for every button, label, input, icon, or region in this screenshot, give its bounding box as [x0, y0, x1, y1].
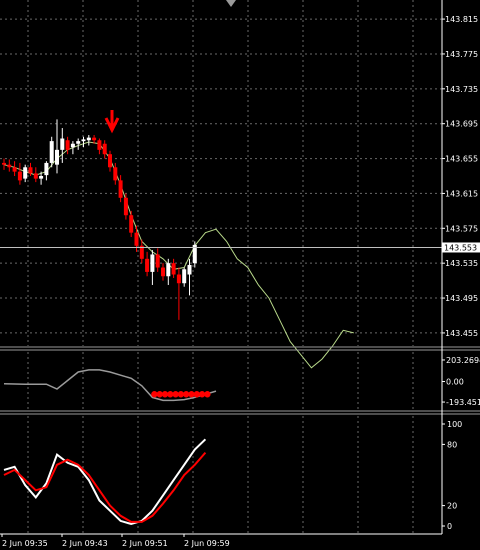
candle-bull — [150, 254, 155, 272]
candle-bear — [97, 140, 102, 150]
candle-bull — [44, 162, 49, 176]
candle-bull — [76, 141, 81, 144]
candle-bear — [176, 274, 181, 284]
time-label: 2 Jun 09:51 — [122, 539, 168, 548]
price-label: 143.615 — [445, 189, 478, 198]
stochastic-scale-label: 0 — [447, 522, 452, 531]
candle-bull — [70, 143, 75, 148]
price-label: 143.535 — [445, 259, 478, 268]
candle-bull — [81, 139, 86, 142]
candle-bull — [86, 137, 91, 141]
candle-bear — [134, 232, 139, 246]
cci-scale-label: -193.4514 — [446, 398, 480, 407]
time-label: 2 Jun 09:59 — [184, 539, 230, 548]
candle-bear — [65, 140, 70, 150]
stochastic-scale-label: 20 — [447, 502, 457, 511]
candle-bear — [161, 267, 165, 277]
price-label: 143.455 — [445, 329, 478, 338]
price-label: 143.655 — [445, 155, 478, 164]
cci-signal-dot — [204, 391, 211, 398]
candle-bear — [102, 143, 107, 155]
cci-scale-label: 203.2694 — [446, 356, 480, 365]
time-label: 2 Jun 09:43 — [62, 539, 108, 548]
candle-bull — [166, 263, 171, 277]
price-label: 143.575 — [445, 224, 478, 233]
candle-bear — [12, 167, 17, 172]
price-label: 143.735 — [445, 85, 478, 94]
candle-bear — [7, 164, 12, 168]
candle-bear — [123, 197, 128, 216]
candle-bull — [182, 269, 187, 284]
candle-bear — [28, 167, 33, 174]
trading-chart[interactable]: 143.815 143.775 143.735 143.695 143.655 143.6… — [0, 0, 480, 550]
candle-bear — [92, 137, 97, 141]
candle-bear — [118, 180, 123, 198]
cci-scale-label: 0.00 — [446, 378, 464, 387]
candle-bull — [23, 167, 28, 179]
chart-background — [0, 0, 480, 550]
price-label: 143.695 — [445, 120, 478, 129]
candle-bear — [145, 258, 150, 272]
candle-bear — [2, 162, 6, 165]
candle-bear — [17, 171, 22, 181]
candle-bull — [187, 264, 192, 275]
candle-bull — [49, 141, 54, 163]
candle-bear — [33, 173, 38, 179]
candle-bull — [39, 176, 44, 179]
price-label: 143.815 — [445, 15, 478, 24]
price-label: 143.495 — [445, 294, 478, 303]
price-label: 143.775 — [445, 50, 478, 59]
candle-bear — [171, 263, 176, 275]
candle-bear — [108, 154, 112, 168]
candle-bear — [155, 254, 160, 268]
candle-bull — [60, 138, 65, 150]
stochastic-scale-label: 100 — [447, 420, 462, 429]
time-label: 2 Jun 09:35 — [2, 539, 48, 548]
candle-bull — [55, 149, 59, 165]
current-price-label: 143.553 — [444, 243, 477, 252]
candle-bear — [129, 215, 134, 233]
stochastic-scale-label: 80 — [447, 440, 457, 449]
candle-bear — [113, 167, 118, 181]
